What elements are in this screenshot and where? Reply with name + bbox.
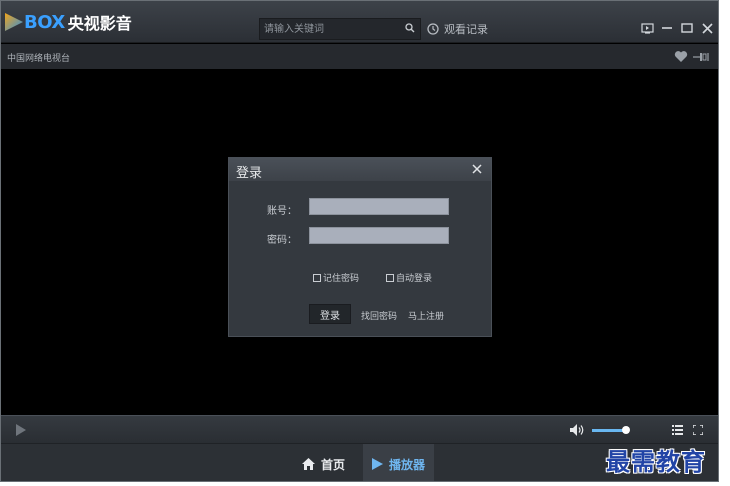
fullscreen-icon[interactable]	[693, 425, 703, 435]
dialog-title-bar: 登录	[229, 158, 491, 181]
auto-login-checkbox[interactable]: 自动登录	[386, 271, 432, 284]
dialog-title: 登录	[236, 166, 263, 181]
password-label: 密码：	[267, 235, 297, 246]
volume-slider[interactable]	[592, 426, 631, 434]
close-icon[interactable]	[471, 163, 483, 175]
logo-box-text: BOX	[24, 11, 65, 33]
app-window: BOX 央视影音 观看记录	[0, 0, 719, 482]
register-link[interactable]: 马上注册	[408, 309, 444, 322]
player-icon	[372, 458, 383, 470]
volume-icon[interactable]	[570, 424, 586, 436]
logo-name: 央视影音	[67, 14, 132, 33]
remember-password-label: 记住密码	[323, 274, 360, 284]
volume-knob[interactable]	[622, 426, 631, 434]
history-button[interactable]: 观看记录	[427, 18, 488, 40]
login-dialog: 登录 账号： 密码： 记住密码 自动登录 登录 找回密码 马上注册	[228, 157, 492, 337]
search-input[interactable]	[260, 19, 400, 39]
account-label: 账号：	[267, 206, 297, 217]
search-box	[259, 18, 421, 40]
checkbox-icon	[386, 273, 394, 282]
app-logo: BOX 央视影音	[5, 11, 132, 33]
control-bar	[1, 415, 718, 443]
nav-home-tab[interactable]: 首页	[302, 444, 362, 481]
auto-login-label: 自动登录	[396, 274, 433, 284]
nav-player-label: 播放器	[389, 457, 426, 472]
forgot-password-link[interactable]: 找回密码	[361, 309, 397, 322]
history-label: 观看记录	[444, 23, 488, 36]
nav-home-label: 首页	[321, 457, 346, 472]
close-icon[interactable]	[698, 20, 716, 36]
tv-icon[interactable]	[638, 20, 656, 36]
maximize-icon[interactable]	[678, 20, 696, 36]
minimize-icon[interactable]	[658, 20, 676, 36]
logo-play-icon	[5, 13, 23, 31]
remember-password-checkbox[interactable]: 记住密码	[313, 271, 359, 284]
channel-bar: 中国网络电视台	[1, 44, 718, 69]
play-icon[interactable]	[16, 424, 26, 436]
login-button[interactable]: 登录	[309, 304, 351, 324]
pin-icon[interactable]	[693, 52, 709, 62]
checkbox-icon	[313, 273, 321, 282]
watermark: 最需教育	[606, 447, 706, 476]
channel-name: 中国网络电视台	[7, 54, 71, 64]
volume-fill	[592, 429, 627, 432]
password-field[interactable]	[309, 227, 449, 244]
clock-icon	[427, 23, 439, 35]
list-icon[interactable]	[672, 425, 683, 435]
heart-icon[interactable]	[674, 50, 688, 63]
search-icon[interactable]	[405, 23, 415, 33]
nav-player-tab[interactable]: 播放器	[363, 444, 434, 481]
home-icon	[302, 458, 315, 470]
title-bar: BOX 央视影音 观看记录	[1, 1, 718, 43]
account-field[interactable]	[309, 198, 449, 215]
